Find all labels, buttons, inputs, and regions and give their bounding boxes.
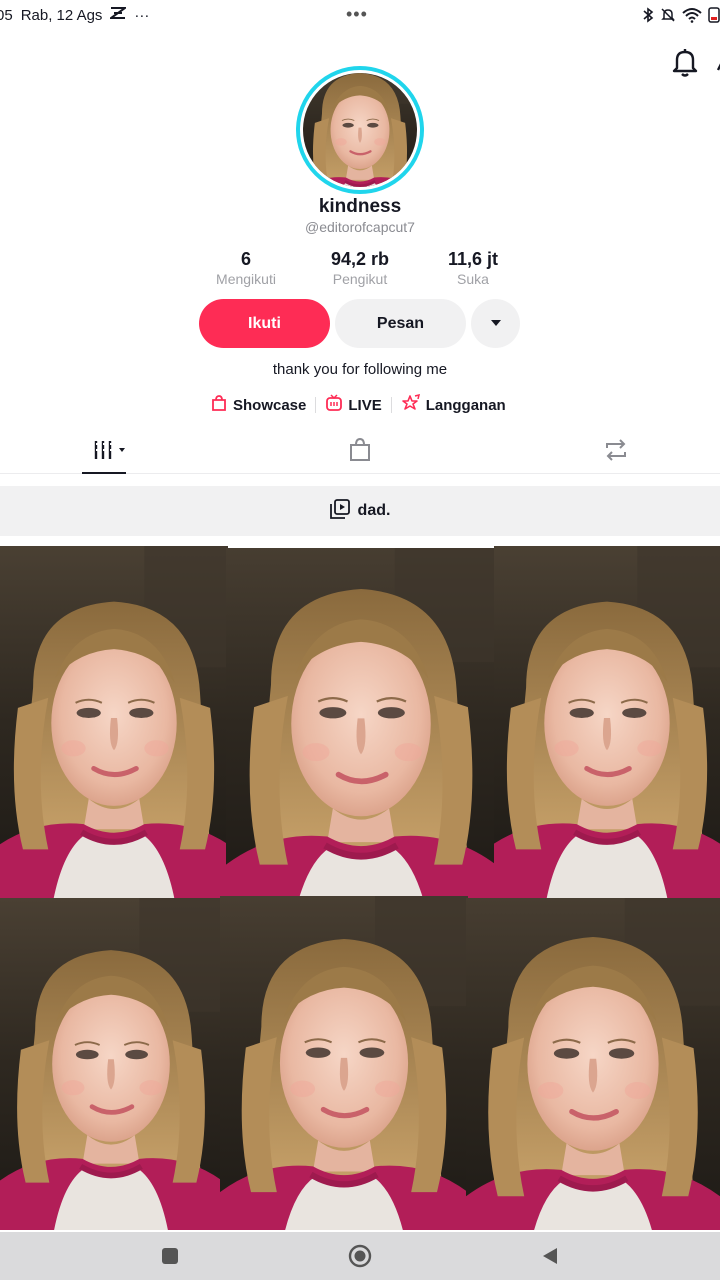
avatar[interactable] (303, 73, 417, 187)
link-live[interactable]: LIVE (325, 394, 382, 416)
stat-value: 94,2 rb (330, 249, 390, 269)
capcut-icon (108, 6, 129, 24)
video-thumbnail[interactable] (220, 896, 468, 1230)
status-right (642, 6, 720, 24)
profile-handle: @editorofcapcut7 (305, 219, 415, 235)
status-date: Rab, 12 Ags (20, 6, 103, 24)
stat-followers[interactable]: 94,2 rb Pengikut (300, 249, 420, 287)
stat-likes[interactable]: 11,6 jt Suka (413, 249, 533, 287)
tab-videos[interactable] (82, 430, 130, 474)
profile-name: kindness (318, 196, 402, 217)
stat-label: Suka (457, 271, 489, 287)
video-thumbnail[interactable] (0, 546, 228, 900)
video-thumbnail[interactable] (466, 898, 720, 1230)
profile-stats: 6 Mengikuti 94,2 rb Pengikut 11,6 jt Suk… (0, 249, 720, 289)
link-label: LIVE (348, 396, 382, 414)
message-button[interactable]: Pesan (335, 299, 466, 348)
tab-reposts[interactable] (592, 430, 640, 474)
wifi-icon (682, 7, 702, 23)
avatar-ring[interactable] (296, 66, 424, 194)
mute-bell-icon (660, 7, 676, 23)
notification-bell-icon[interactable] (670, 46, 700, 78)
status-more: ··· (134, 6, 150, 24)
status-left: 05 Rab, 12 Ags ··· (0, 6, 149, 24)
triangle-back-icon[interactable] (538, 1244, 562, 1268)
tab-indicator (82, 472, 126, 474)
square-recents-icon[interactable] (158, 1244, 182, 1268)
bluetooth-icon (642, 7, 654, 23)
link-label: Showcase (233, 396, 307, 414)
stat-value: 11,6 jt (447, 249, 499, 269)
live-tv-icon (325, 394, 343, 416)
shopping-bag-icon (348, 437, 372, 468)
profile-links: Showcase LIVE Langganan (210, 393, 506, 416)
video-thumbnail[interactable] (494, 546, 720, 900)
status-center-dots: ••• (346, 4, 368, 24)
more-options-button[interactable] (471, 299, 520, 348)
playlist-bar[interactable]: dad. (0, 486, 720, 536)
video-thumbnail[interactable] (226, 548, 496, 900)
link-subscription[interactable]: Langganan (401, 393, 506, 416)
tab-showcase[interactable] (336, 430, 384, 474)
battery-icon (708, 6, 720, 24)
shopping-bag-icon (210, 394, 228, 416)
playlist-title: dad. (357, 502, 391, 519)
system-navbar (0, 1232, 720, 1280)
circle-home-icon[interactable] (348, 1244, 372, 1268)
stat-value: 6 (240, 249, 251, 269)
subscription-star-icon (401, 393, 421, 416)
stat-label: Mengikuti (216, 271, 276, 287)
repost-icon (603, 438, 629, 467)
playlist-icon (329, 498, 350, 524)
follow-button[interactable]: Ikuti (199, 299, 330, 348)
video-grid (0, 546, 720, 1230)
link-showcase[interactable]: Showcase (210, 394, 306, 416)
status-bar: 05 Rab, 12 Ags ··· ••• (0, 0, 720, 30)
status-time: 05 (0, 6, 13, 24)
stat-following[interactable]: 6 Mengikuti (186, 249, 306, 287)
divider (390, 397, 392, 413)
grid-icon (86, 438, 126, 467)
share-icon[interactable] (712, 50, 720, 74)
video-thumbnail[interactable] (0, 898, 222, 1230)
profile-tabs (0, 430, 720, 474)
profile-bio: thank you for following me (272, 361, 448, 378)
caret-down-icon (489, 315, 503, 333)
link-label: Langganan (425, 396, 506, 414)
stat-label: Pengikut (332, 271, 388, 287)
divider (315, 397, 317, 413)
